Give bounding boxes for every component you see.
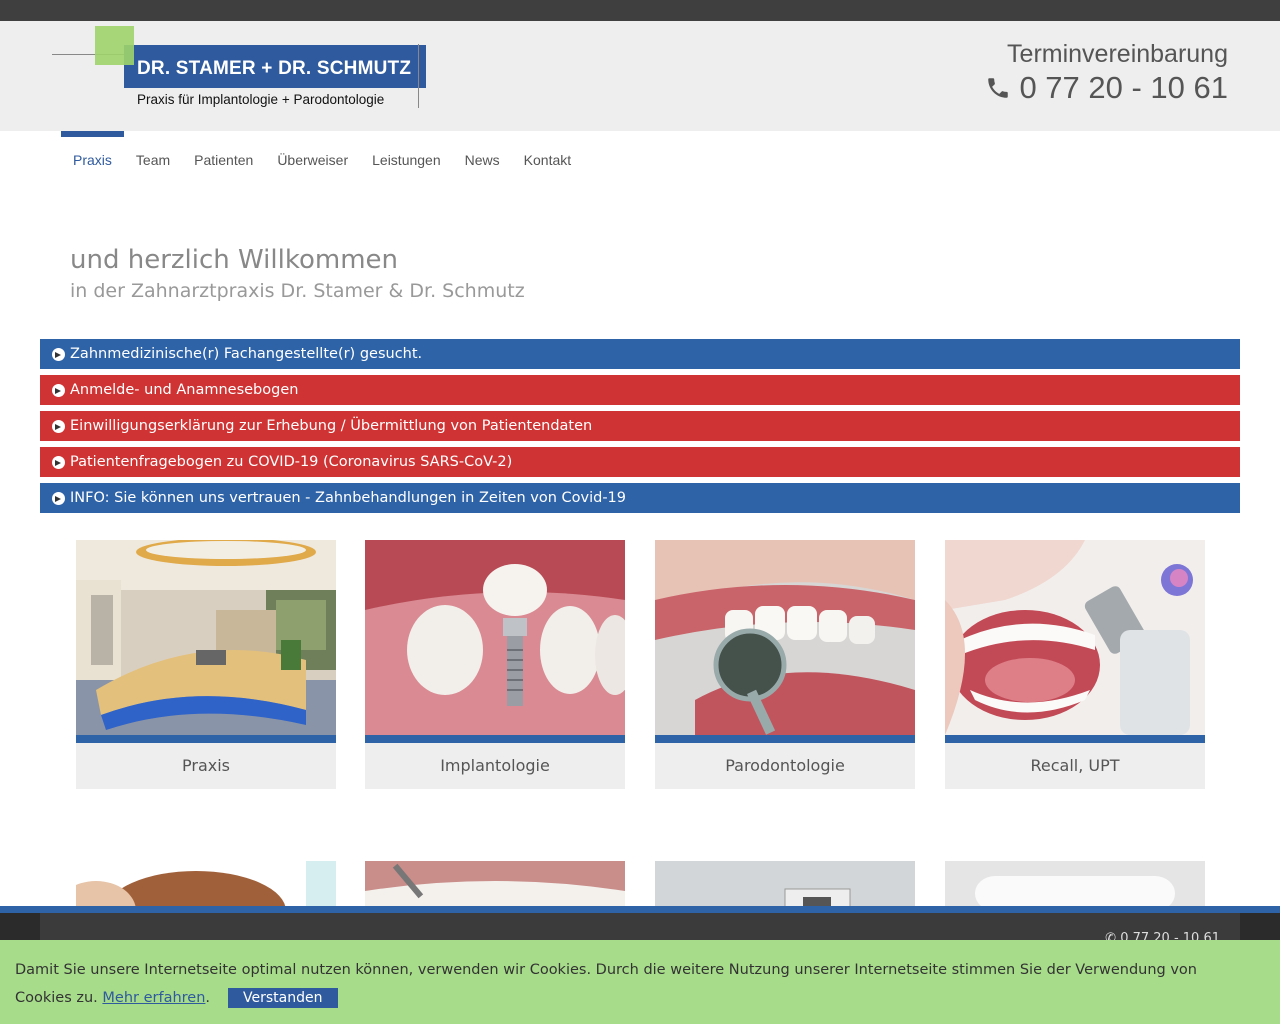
dental-cleaning-image [945,540,1205,735]
arrow-circle-right-icon [52,347,65,361]
tile-row2-4[interactable] [945,861,1205,911]
main-nav: Praxis Team Patienten Überweiser Leistun… [61,131,571,189]
tile-row2-1[interactable] [76,861,336,911]
arrow-circle-right-icon [52,491,65,505]
announcement-label: Zahnmedizinische(r) Fachangestellte(r) g… [70,346,423,362]
nav-item-kontakt[interactable]: Kontakt [512,131,583,189]
announcement-consent[interactable]: Einwilligungserklärung zur Erhebung / Üb… [40,411,1240,441]
tile-row2-2[interactable] [365,861,625,911]
tile-implantologie[interactable]: Implantologie [365,540,625,789]
cookie-accept-button[interactable]: Verstanden [228,988,338,1008]
tile-praxis[interactable]: Praxis [76,540,336,789]
reception-image [76,540,336,735]
announcement-job[interactable]: Zahnmedizinische(r) Fachangestellte(r) g… [40,339,1240,369]
tile-stripe [365,735,625,743]
announcement-label: Einwilligungserklärung zur Erhebung / Üb… [70,418,593,434]
arrow-circle-right-icon [52,455,65,469]
phone-icon [988,78,1009,98]
welcome-section: und herzlich Willkommen in der Zahnarztp… [70,244,525,306]
nav-item-team[interactable]: Team [124,131,182,189]
announcement-label: Patientenfragebogen zu COVID-19 (Coronav… [70,454,513,470]
announcement-label: Anmelde- und Anamnesebogen [70,382,299,398]
periodontal-image [655,540,915,735]
site-logo[interactable]: DR. STAMER + DR. SCHMUTZ Praxis für Impl… [52,26,432,112]
cookie-banner: Damit Sie unsere Internetseite optimal n… [0,940,1280,1024]
implant-image [365,540,625,735]
announcement-list: Zahnmedizinische(r) Fachangestellte(r) g… [40,339,1240,519]
welcome-title: und herzlich Willkommen [70,245,398,275]
announcement-covid-info[interactable]: INFO: Sie können uns vertrauen - Zahnbeh… [40,483,1240,513]
nav-item-ueberweiser[interactable]: Überweiser [265,131,360,189]
arrow-circle-right-icon [52,383,65,397]
tile-caption: Implantologie [365,743,625,789]
announcement-covid-questionnaire[interactable]: Patientenfragebogen zu COVID-19 (Coronav… [40,447,1240,477]
tile-parodontologie[interactable]: Parodontologie [655,540,915,789]
cookie-message: Damit Sie unsere Internetseite optimal n… [15,962,1197,1008]
nav-item-praxis[interactable]: Praxis [61,131,124,189]
nav-item-leistungen[interactable]: Leistungen [360,131,453,189]
nav-item-news[interactable]: News [453,131,512,189]
logo-title: DR. STAMER + DR. SCHMUTZ [124,45,426,88]
tile-caption: Parodontologie [655,743,915,789]
tile-row2-3[interactable] [655,861,915,911]
cookie-more-link[interactable]: Mehr erfahren [102,990,205,1006]
tile-caption: Recall, UPT [945,743,1205,789]
appointment-box: Terminvereinbarung 0 77 20 - 10 61 [985,40,1228,106]
logo-line-vertical [418,44,419,108]
logo-subtitle: Praxis für Implantologie + Parodontologi… [137,92,385,107]
appointment-phone-number: 0 77 20 - 10 61 [1019,70,1228,105]
tile-stripe [655,735,915,743]
tile-caption: Praxis [76,743,336,789]
footer-accent-line [0,906,1280,913]
tile-recall-upt[interactable]: Recall, UPT [945,540,1205,789]
welcome-subtitle: in der Zahnarztpraxis Dr. Stamer & Dr. S… [70,280,525,302]
appointment-phone[interactable]: 0 77 20 - 10 61 [985,70,1228,106]
logo-green-square [95,26,134,65]
announcement-registration-form[interactable]: Anmelde- und Anamnesebogen [40,375,1240,405]
tile-stripe [76,735,336,743]
announcement-label: INFO: Sie können uns vertrauen - Zahnbeh… [70,490,627,506]
tile-stripe [945,735,1205,743]
appointment-title: Terminvereinbarung [1007,40,1228,68]
top-bar [0,0,1280,21]
arrow-circle-right-icon [52,419,65,433]
nav-item-patienten[interactable]: Patienten [182,131,265,189]
